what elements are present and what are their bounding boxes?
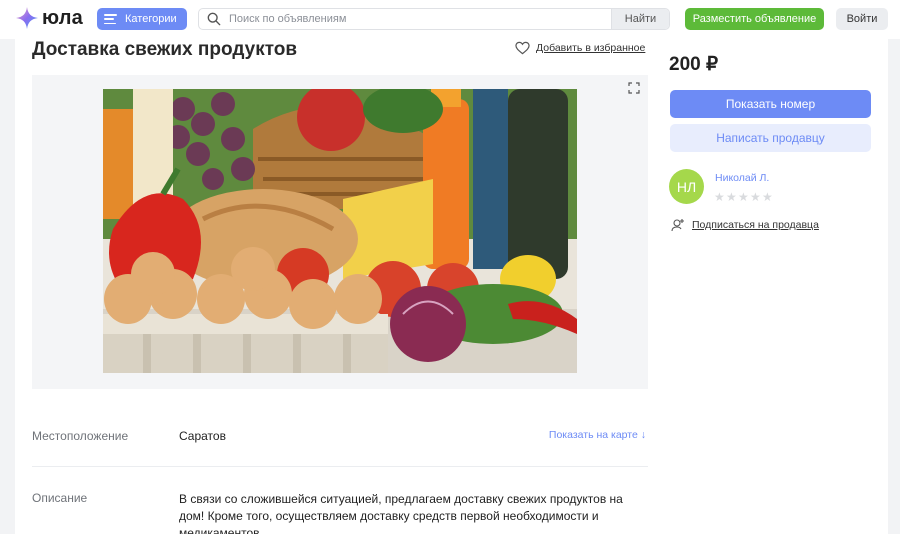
login-button[interactable]: Войти [836, 8, 888, 30]
location-label: Местоположение [32, 429, 129, 443]
site-logo[interactable]: юла [15, 3, 83, 33]
section-divider [32, 466, 648, 467]
subscribe-user-icon [671, 219, 684, 232]
location-value: Саратов [179, 429, 226, 443]
heart-icon [515, 41, 530, 55]
seller-rating: ★ ★ ★ ★ ★ [714, 191, 774, 203]
star-icon: ★ [750, 190, 761, 204]
top-header: юла Категории Найти Разместить объявлени… [0, 0, 900, 39]
seller-name-link[interactable]: Николай Л. [715, 172, 769, 184]
post-ad-button[interactable]: Разместить объявление [685, 8, 824, 30]
listing-photo[interactable] [103, 89, 577, 373]
logo-star-icon [16, 7, 38, 29]
star-icon: ★ [738, 190, 749, 204]
groceries-photo-image [103, 89, 577, 373]
description-text: В связи со сложившейся ситуацией, предла… [179, 492, 623, 534]
search-input[interactable] [229, 13, 611, 25]
add-to-favorites-link[interactable]: Добавить в избранное [515, 41, 645, 55]
star-icon: ★ [726, 190, 737, 204]
show-on-map-link[interactable]: Показать на карте ↓ [549, 429, 646, 441]
search-icon [207, 12, 221, 26]
seller-avatar[interactable]: НЛ [669, 169, 704, 204]
star-icon: ★ [714, 190, 725, 204]
seller-sidebar: 200 ₽ Показать номер Написать продавцу Н… [665, 39, 888, 534]
search-bar: Найти [198, 8, 670, 30]
subscribe-seller-link[interactable]: Подписаться на продавца [671, 218, 819, 232]
write-seller-button[interactable]: Написать продавцу [670, 124, 871, 152]
categories-label: Категории [125, 13, 177, 25]
listing-card: Доставка свежих продуктов Добавить в изб… [15, 39, 665, 534]
search-button[interactable]: Найти [611, 9, 669, 29]
listing-title: Доставка свежих продуктов [32, 39, 298, 60]
price-label: 200 ₽ [669, 54, 719, 75]
photo-gallery[interactable] [32, 75, 648, 389]
logo-text: юла [42, 6, 84, 29]
description-label: Описание [32, 491, 88, 505]
show-phone-button[interactable]: Показать номер [670, 90, 871, 118]
burger-menu-icon [104, 14, 117, 24]
star-icon: ★ [762, 190, 773, 204]
favorites-label: Добавить в избранное [536, 42, 646, 54]
categories-button[interactable]: Категории [97, 8, 187, 30]
expand-icon[interactable] [628, 82, 640, 94]
subscribe-label: Подписаться на продавца [692, 219, 819, 231]
